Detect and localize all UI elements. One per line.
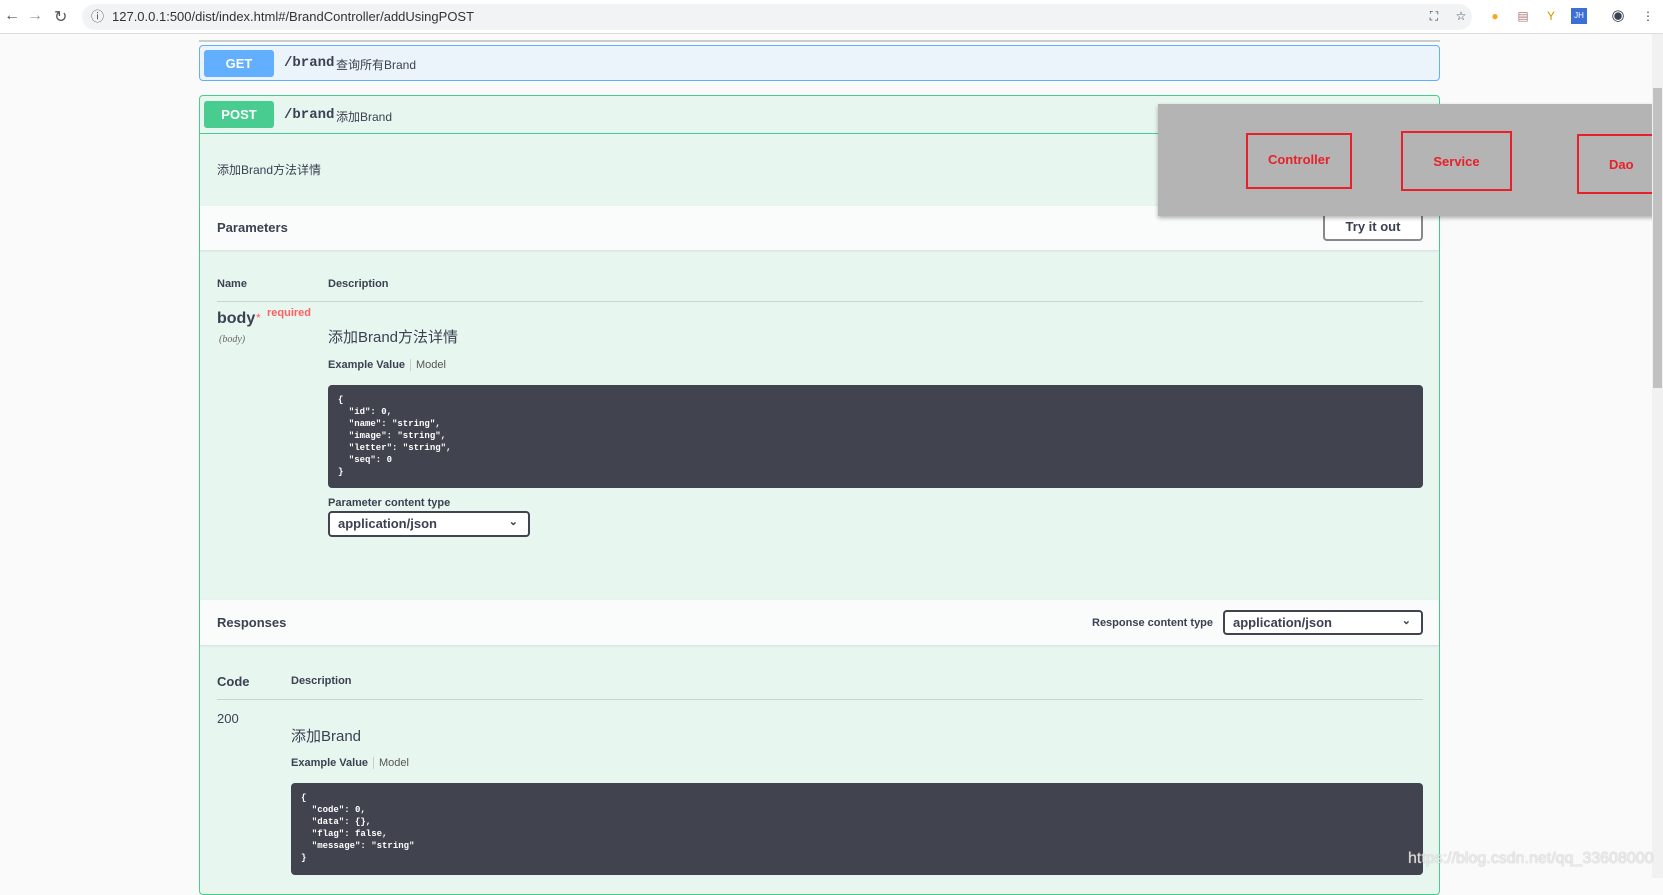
operation-summary: 查询所有Brand xyxy=(336,58,417,72)
selected-value: application/json xyxy=(338,516,437,531)
try-it-out-button[interactable]: Try it out xyxy=(1323,213,1423,241)
required-label: required xyxy=(267,307,312,319)
url-text: 127.0.0.1:500/dist/index.html#/BrandCont… xyxy=(112,9,475,24)
selected-value: application/json xyxy=(1233,615,1332,630)
divider xyxy=(199,40,1440,42)
back-icon[interactable]: ← xyxy=(4,7,20,25)
watermark: https://blog.csdn.net/qq_33608000 xyxy=(1408,850,1654,867)
info-icon[interactable]: ⓘ xyxy=(91,4,104,30)
operation-summary: 添加Brand xyxy=(336,110,393,124)
parameter-content-type-select[interactable]: application/json ⌄ xyxy=(328,511,530,537)
responses-title: Responses xyxy=(217,615,287,630)
response-description: 添加Brand xyxy=(291,728,362,745)
response-example-code: { "code": 0, "data": {}, "flag": false, … xyxy=(291,783,1423,875)
reload-icon[interactable]: ↻ xyxy=(54,7,67,27)
column-code: Code xyxy=(217,674,250,689)
extension-icon[interactable]: JH xyxy=(1571,8,1587,24)
chevron-down-icon: ⌄ xyxy=(508,516,518,528)
param-description: 添加Brand方法详情 xyxy=(328,329,459,346)
parameters-title: Parameters xyxy=(217,220,288,235)
example-value-code: { "id": 0, "name": "string", "image": "s… xyxy=(328,385,1423,488)
required-star: * xyxy=(256,311,261,325)
address-bar[interactable]: ⓘ 127.0.0.1:500/dist/index.html#/BrandCon… xyxy=(82,4,1472,30)
example-value-tab[interactable]: Example Value xyxy=(328,359,405,371)
method-badge: GET xyxy=(204,50,274,77)
dao-box: Dao xyxy=(1577,134,1663,194)
response-content-type-select[interactable]: application/json ⌄ xyxy=(1223,610,1423,635)
extension-icon[interactable]: ▤ xyxy=(1515,8,1531,24)
column-description: Description xyxy=(328,278,389,290)
scrollbar-thumb[interactable] xyxy=(1653,88,1662,388)
response-code: 200 xyxy=(217,711,239,726)
operation-path: /brand xyxy=(284,55,335,71)
forward-icon[interactable]: → xyxy=(27,7,43,25)
account-icon[interactable]: ◉ xyxy=(1610,8,1626,24)
translate-icon[interactable]: ⛶ xyxy=(1426,8,1442,24)
chevron-down-icon: ⌄ xyxy=(1401,615,1411,627)
method-badge: POST xyxy=(204,101,274,128)
browser-toolbar: ← → ↻ ⓘ 127.0.0.1:500/dist/index.html#/Br… xyxy=(0,0,1663,34)
layer-diagram-overlay: Controller Service Dao xyxy=(1158,104,1663,216)
operation-path: /brand xyxy=(284,107,335,123)
operation-description: 添加Brand方法详情 xyxy=(217,163,322,177)
menu-icon[interactable]: ⋮ xyxy=(1640,8,1656,24)
get-brand-operation[interactable]: GET /brand 查询所有Brand xyxy=(199,45,1440,81)
extension-icon[interactable]: ● xyxy=(1487,8,1503,24)
response-content-type-label: Response content type xyxy=(1092,617,1214,629)
model-tab[interactable]: Model xyxy=(373,757,409,769)
parameter-content-type-label: Parameter content type xyxy=(328,497,451,509)
model-tab[interactable]: Model xyxy=(410,359,446,371)
extension-icon[interactable]: Y xyxy=(1543,8,1559,24)
example-value-tab[interactable]: Example Value xyxy=(291,757,368,769)
column-name: Name xyxy=(217,278,247,290)
responses-section-header: Responses Response content type applicat… xyxy=(200,600,1439,645)
column-description: Description xyxy=(291,675,352,687)
star-icon[interactable]: ☆ xyxy=(1453,8,1469,24)
controller-box: Controller xyxy=(1246,133,1352,189)
param-name: body xyxy=(217,310,256,327)
service-box: Service xyxy=(1401,131,1512,191)
param-in: (body) xyxy=(219,334,246,345)
